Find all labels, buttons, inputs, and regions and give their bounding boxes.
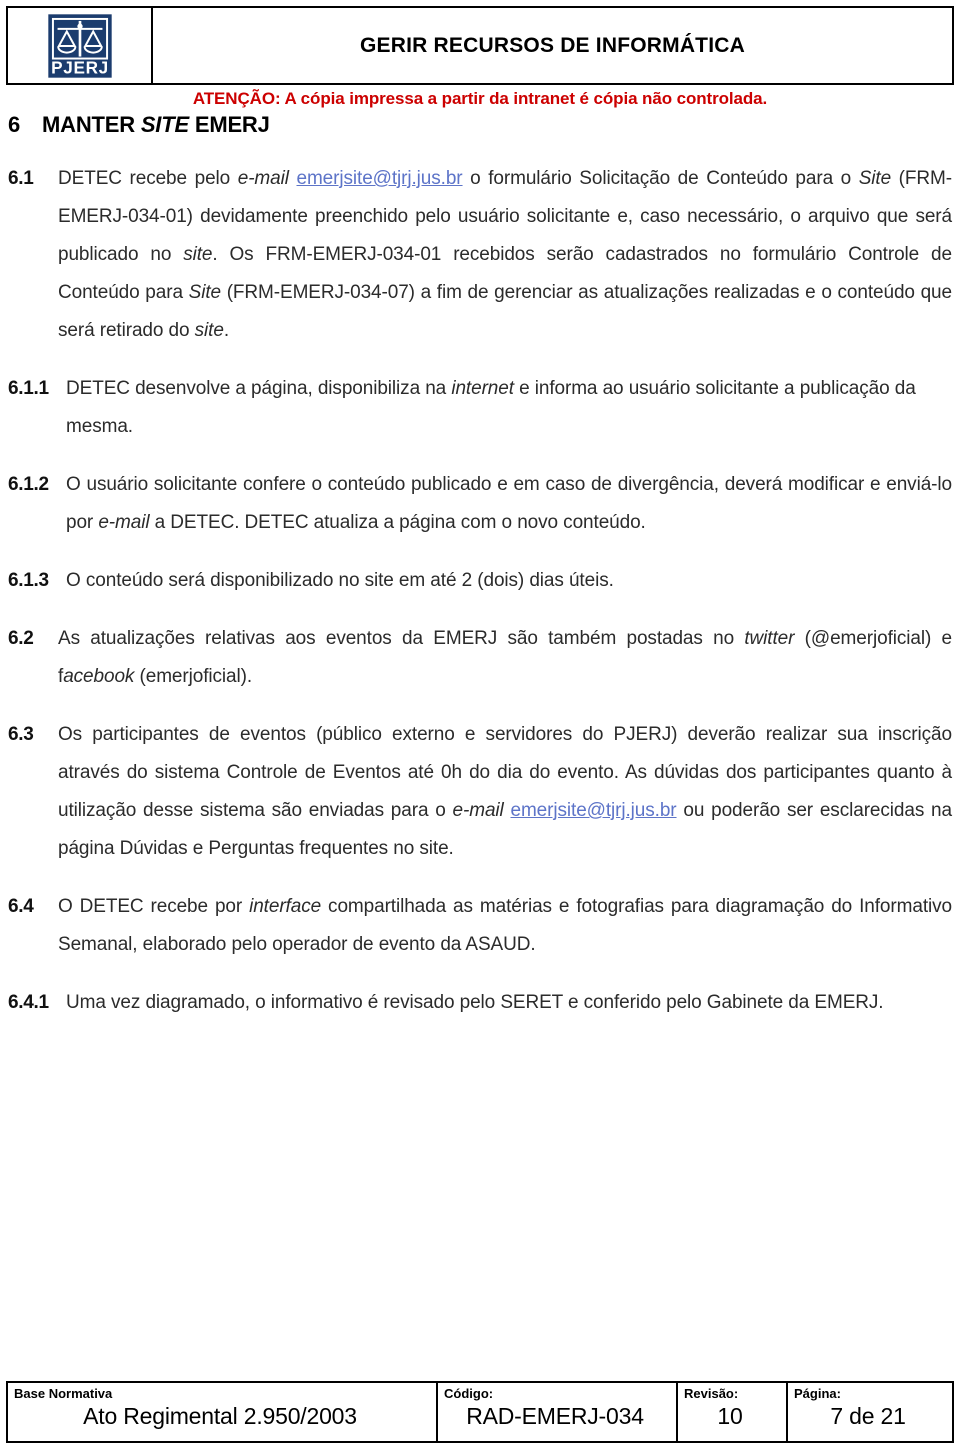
section-heading-text-italic: SITE [140,112,189,137]
footer-value-pagina: 7 de 21 [830,1403,906,1429]
clause-number: 6.1.1 [8,378,49,399]
clause-number: 6.1 [8,168,34,189]
clause-6-1-2: 6.1.2 O usuário solicitante confere o co… [0,466,960,542]
clause-text: DETEC desenvolve a página, disponibiliza… [66,370,952,446]
clause-text-part: DETEC desenvolve a página, disponibiliza… [66,378,452,399]
footer-cell-revisao: Revisão: 10 [678,1383,788,1441]
footer-cell-codigo: Código: RAD-EMERJ-034 [438,1383,678,1441]
clause-6-1-3: 6.1.3 O conteúdo será disponibilizado no… [0,562,960,600]
document-title: GERIR RECURSOS DE INFORMÁTICA [360,33,745,57]
clause-text-italic: e-mail [237,168,289,189]
clause-text-italic: e-mail [98,512,150,533]
section-heading-text-after: EMERJ [188,112,270,137]
footer-cell-base-normativa: Base Normativa Ato Regimental 2.950/2003 [8,1383,438,1441]
clause-text-part: As atualizações relativas aos eventos da… [58,628,745,649]
clause-number: 6.4.1 [8,992,49,1013]
clause-number: 6.3 [8,724,34,745]
header-title-cell: GERIR RECURSOS DE INFORMÁTICA [153,8,952,83]
clause-text-italic: twitter [744,628,795,649]
clause-text-italic: Site [858,168,892,189]
clause-text-italic: site [194,320,224,341]
section-heading-6: 6 MANTER SITE EMERJ [0,112,960,138]
clause-number: 6.1.3 [8,570,49,591]
document-footer-table: Base Normativa Ato Regimental 2.950/2003… [6,1381,954,1443]
clause-number: 6.2 [8,628,34,649]
clause-number: 6.4 [8,896,34,917]
clause-text-italic: internet [451,378,514,399]
clause-text-part: o formulário Solicitação de Conteúdo par… [462,168,859,189]
footer-label-pagina: Página: [794,1386,841,1401]
footer-value-base-normativa: Ato Regimental 2.950/2003 [83,1403,357,1429]
clause-text-italic: acebook [63,666,135,687]
footer-label-revisao: Revisão: [684,1386,739,1401]
document-header-table: PJERJ GERIR RECURSOS DE INFORMÁTICA [6,6,954,85]
clause-6-3: 6.3 Os participantes de eventos (público… [0,716,960,868]
clause-text: DETEC recebe pelo e-mail emerjsite@tjrj.… [58,160,952,350]
section-heading-text-before: MANTER [42,112,141,137]
email-link[interactable]: emerjsite@tjrj.jus.br [510,800,676,821]
clause-text-italic: site [183,244,213,265]
clause-6-4-1: 6.4.1 Uma vez diagramado, o informativo … [0,984,960,1022]
clause-6-2: 6.2 As atualizações relativas aos evento… [0,620,960,696]
email-link[interactable]: emerjsite@tjrj.jus.br [296,168,462,189]
clause-text-part: . [223,320,230,341]
clause-text-italic: e-mail [452,800,504,821]
clause-number: 6.1.2 [8,474,49,495]
clause-text: O conteúdo será disponibilizado no site … [66,570,614,591]
header-logo-cell: PJERJ [8,8,153,83]
clause-6-4: 6.4 O DETEC recebe por interface compart… [0,888,960,964]
clause-text: O usuário solicitante confere o conteúdo… [66,466,952,542]
footer-cell-pagina: Página: 7 de 21 [788,1383,952,1441]
clause-text: Os participantes de eventos (público ext… [58,716,952,868]
clause-text-italic: Site [188,282,221,303]
footer-label-codigo: Código: [444,1386,494,1401]
section-heading-number: 6 [8,112,21,137]
clause-text-part: a DETEC. DETEC atualiza a página com o n… [149,512,646,533]
clause-text-part: (emerjoficial). [134,666,253,687]
clause-6-1: 6.1 DETEC recebe pelo e-mail emerjsite@t… [0,160,960,350]
clause-text-part: DETEC recebe pelo [58,168,238,189]
clause-text: O DETEC recebe por interface compartilha… [58,888,952,964]
footer-label-base-normativa: Base Normativa [14,1386,113,1401]
pjerj-logo-icon: PJERJ [47,13,112,77]
footer-value-revisao: 10 [717,1403,743,1429]
clause-text: Uma vez diagramado, o informativo é revi… [66,992,884,1013]
clause-text: As atualizações relativas aos eventos da… [58,620,952,696]
clause-text-part: O DETEC recebe por [58,896,250,917]
clause-text-italic: interface [249,896,322,917]
clause-6-1-1: 6.1.1 DETEC desenvolve a página, disponi… [0,370,960,446]
logo-text: PJERJ [51,57,109,77]
copy-warning-notice: ATENÇÃO: A cópia impressa a partir da in… [192,89,768,108]
document-body: 6 MANTER SITE EMERJ 6.1 DETEC recebe pelo… [0,112,960,1042]
footer-value-codigo: RAD-EMERJ-034 [466,1403,644,1429]
